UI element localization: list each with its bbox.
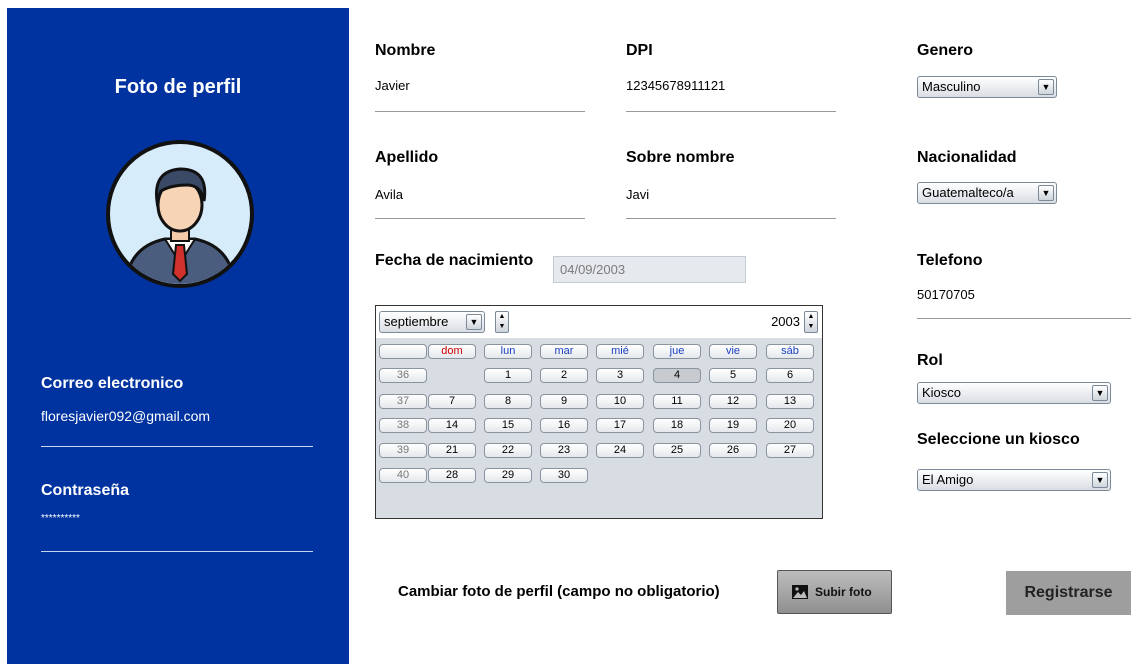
calendar-day[interactable]: 3 <box>596 368 644 383</box>
rol-select[interactable]: Kiosco ▼ <box>917 382 1111 404</box>
rol-value: Kiosco <box>922 385 962 400</box>
calendar-day[interactable]: 11 <box>653 394 701 409</box>
calendar-day[interactable]: 5 <box>709 368 757 383</box>
nombre-field[interactable]: Javier <box>375 78 410 93</box>
calendar-day[interactable]: 7 <box>428 394 476 409</box>
calendar-day[interactable]: 13 <box>766 394 814 409</box>
calendar-day[interactable]: 2 <box>540 368 588 383</box>
register-button[interactable]: Registrarse <box>1006 571 1131 615</box>
password-underline <box>41 551 313 552</box>
fecha-label: Fecha de nacimiento <box>375 252 534 269</box>
rol-label: Rol <box>917 352 943 369</box>
calendar-day[interactable]: 22 <box>484 443 532 458</box>
day-name-2: mar <box>540 344 588 359</box>
calendar-day[interactable]: 25 <box>653 443 701 458</box>
fecha-field[interactable]: 04/09/2003 <box>553 256 746 283</box>
chevron-down-icon: ▼ <box>1038 185 1054 201</box>
telefono-label: Telefono <box>917 252 983 269</box>
month-value: septiembre <box>384 314 449 329</box>
dpi-field[interactable]: 12345678911121 <box>626 78 725 93</box>
calendar-day[interactable]: 18 <box>653 418 701 433</box>
day-name-0: dom <box>428 344 476 359</box>
calendar-day[interactable]: 28 <box>428 468 476 483</box>
date-picker-calendar: septiembre ▼ ▲ ▼ 2003 ▲ ▼ dom lun mar mié jue v… <box>375 305 823 519</box>
calendar-day[interactable]: 27 <box>766 443 814 458</box>
sobrenombre-underline <box>626 218 836 219</box>
genero-label: Genero <box>917 42 974 59</box>
calendar-day[interactable]: 12 <box>709 394 757 409</box>
calendar-day[interactable]: 20 <box>766 418 814 433</box>
dpi-label: DPI <box>626 42 653 59</box>
calendar-day[interactable]: 16 <box>540 418 588 433</box>
day-name-5: vie <box>709 344 757 359</box>
calendar-day[interactable]: 29 <box>484 468 532 483</box>
genero-value: Masculino <box>922 79 981 94</box>
nacionalidad-select[interactable]: Guatemalteco/a ▼ <box>917 182 1057 204</box>
kiosco-label: Seleccione un kiosco <box>917 431 1080 448</box>
nacionalidad-label: Nacionalidad <box>917 149 1017 166</box>
calendar-day[interactable]: 26 <box>709 443 757 458</box>
apellido-underline <box>375 218 585 219</box>
calendar-day[interactable]: 24 <box>596 443 644 458</box>
apellido-label: Apellido <box>375 149 439 166</box>
calendar-day[interactable]: 15 <box>484 418 532 433</box>
calendar-day[interactable]: 30 <box>540 468 588 483</box>
calendar-day[interactable]: 1 <box>484 368 532 383</box>
calendar-day[interactable]: 19 <box>709 418 757 433</box>
calendar-day[interactable]: 4 <box>653 368 701 383</box>
calendar-day[interactable]: 23 <box>540 443 588 458</box>
week-number: 39 <box>379 443 427 458</box>
calendar-day[interactable]: 17 <box>596 418 644 433</box>
day-name-1: lun <box>484 344 532 359</box>
nacionalidad-value: Guatemalteco/a <box>922 185 1014 200</box>
week-number: 36 <box>379 368 427 383</box>
kiosco-select[interactable]: El Amigo ▼ <box>917 469 1111 491</box>
upload-photo-label: Subir foto <box>815 585 872 599</box>
calendar-day[interactable]: 9 <box>540 394 588 409</box>
nombre-label: Nombre <box>375 42 436 59</box>
nombre-underline <box>375 111 585 112</box>
apellido-field[interactable]: Avila <box>375 187 403 202</box>
profile-sidebar: Foto de perfil Correo electronico flores… <box>7 8 349 664</box>
change-photo-label: Cambiar foto de perfil (campo no obligat… <box>398 583 720 600</box>
email-value[interactable]: floresjavier092@gmail.com <box>41 408 210 424</box>
profile-photo-title: Foto de perfil <box>114 76 242 98</box>
chevron-down-icon: ▼ <box>466 314 482 330</box>
password-label: Contraseña <box>41 482 130 499</box>
genero-select[interactable]: Masculino ▼ <box>917 76 1057 98</box>
kiosco-value: El Amigo <box>922 472 974 487</box>
day-name-3: mié <box>596 344 644 359</box>
calendar-day[interactable]: 21 <box>428 443 476 458</box>
calendar-day[interactable]: 8 <box>484 394 532 409</box>
day-name-4: jue <box>653 344 701 359</box>
chevron-down-icon: ▼ <box>1038 79 1054 95</box>
month-spinner[interactable]: ▲ ▼ <box>495 311 509 333</box>
sobrenombre-label: Sobre nombre <box>626 149 735 166</box>
password-value[interactable]: ********** <box>41 513 80 524</box>
week-header-cell <box>379 344 427 359</box>
chevron-down-icon: ▼ <box>1092 385 1108 401</box>
sobrenombre-field[interactable]: Javi <box>626 187 649 202</box>
image-icon <box>792 585 808 599</box>
week-number: 40 <box>379 468 427 483</box>
week-number: 38 <box>379 418 427 433</box>
telefono-field[interactable]: 50170705 <box>917 287 975 302</box>
telefono-underline <box>917 318 1131 319</box>
email-underline <box>41 446 313 447</box>
week-number: 37 <box>379 394 427 409</box>
calendar-day[interactable]: 10 <box>596 394 644 409</box>
avatar-icon <box>106 140 254 288</box>
calendar-header: septiembre ▼ ▲ ▼ 2003 ▲ ▼ <box>376 306 822 338</box>
email-label: Correo electronico <box>41 375 184 392</box>
year-value: 2003 <box>771 314 800 329</box>
calendar-day[interactable]: 14 <box>428 418 476 433</box>
calendar-day[interactable]: 6 <box>766 368 814 383</box>
chevron-down-icon: ▼ <box>1092 472 1108 488</box>
month-select[interactable]: septiembre ▼ <box>379 311 485 333</box>
dpi-underline <box>626 111 836 112</box>
day-name-6: sáb <box>766 344 814 359</box>
upload-photo-button[interactable]: Subir foto <box>777 570 892 614</box>
year-spinner[interactable]: ▲ ▼ <box>804 311 818 333</box>
